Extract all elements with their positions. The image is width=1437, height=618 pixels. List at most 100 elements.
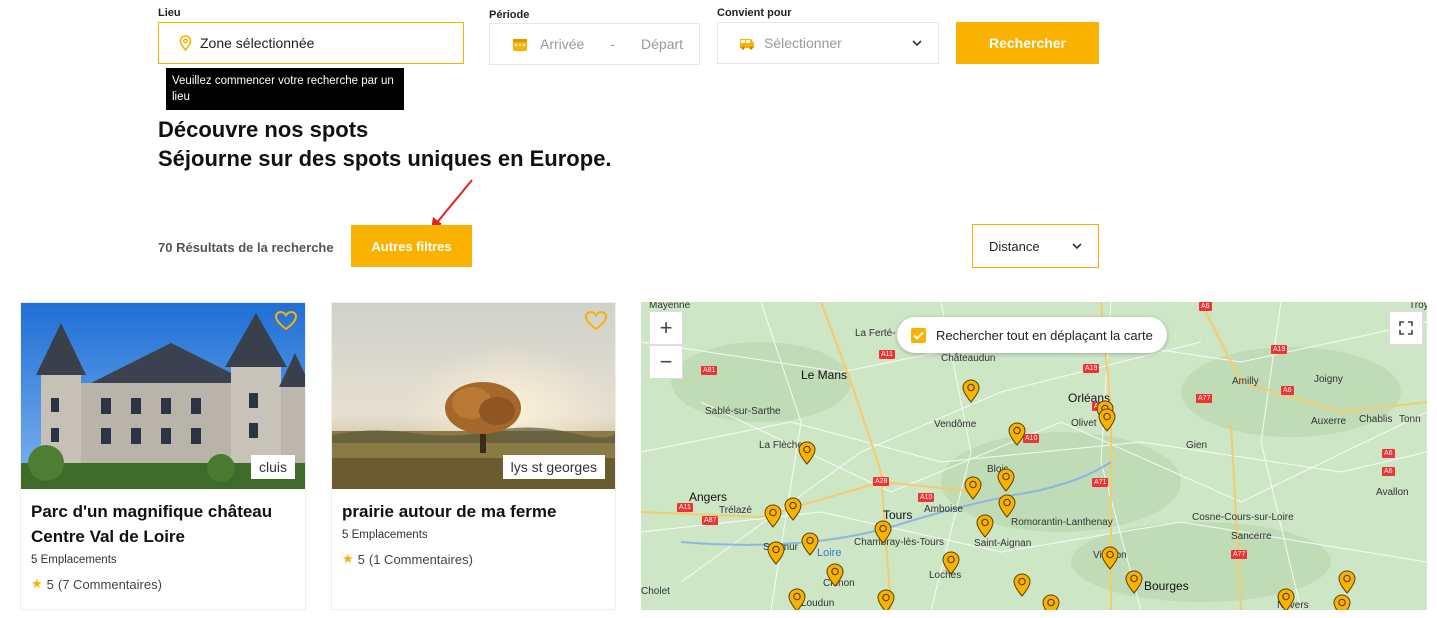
map-label: Angers — [689, 490, 728, 504]
map-label: Saint-Aignan — [974, 538, 1032, 549]
map-pin-icon[interactable] — [788, 588, 806, 610]
heart-icon[interactable] — [274, 310, 298, 336]
map-pin-icon[interactable] — [1277, 588, 1295, 610]
map-label: Amboise — [924, 504, 963, 515]
spot-title[interactable]: Parc d'un magnifique château Centre Val … — [21, 499, 305, 549]
calendar-icon — [512, 37, 528, 52]
map-pin-icon[interactable] — [1125, 570, 1143, 594]
location-pin-icon — [179, 35, 192, 51]
map-label: La Flèche — [759, 440, 803, 451]
page-subtitle: Séjourne sur des spots uniques en Europe… — [158, 146, 612, 171]
map-pin-icon[interactable] — [826, 563, 844, 587]
convient-label: Convient pour — [717, 7, 792, 19]
spot-image[interactable]: cluis — [21, 303, 305, 489]
rating-value: 5 — [357, 551, 365, 567]
map-label: Amilly — [1232, 376, 1259, 387]
spot-title[interactable]: prairie autour de ma ferme — [332, 499, 615, 524]
road-badge: A6 — [1382, 449, 1395, 458]
map-label: Cholet — [641, 586, 670, 597]
star-icon: ★ — [31, 576, 43, 591]
periode-field[interactable]: Arrivée - Départ — [489, 23, 700, 65]
map-label: Vendôme — [934, 419, 977, 430]
map-pin-icon[interactable] — [998, 494, 1016, 518]
road-badge: A6 — [1199, 302, 1212, 311]
periode-label: Période — [489, 9, 530, 21]
map-pin-icon[interactable] — [801, 532, 819, 556]
fullscreen-button[interactable] — [1389, 311, 1423, 345]
convient-select[interactable]: Sélectionner — [717, 22, 939, 64]
date-separator: - — [610, 36, 616, 52]
heart-icon[interactable] — [584, 310, 608, 336]
map-label: Bourges — [1144, 579, 1189, 593]
road-badge: A6 — [1281, 386, 1294, 395]
map-pin-icon[interactable] — [997, 468, 1015, 492]
map-pin-icon[interactable] — [798, 441, 816, 465]
checkbox[interactable] — [911, 327, 926, 343]
road-badge: A77 — [1196, 394, 1213, 403]
road-badge: A11 — [879, 350, 895, 359]
map-label: Auxerre — [1311, 416, 1347, 427]
arrivee-input[interactable]: Arrivée — [540, 36, 584, 52]
zoom-in-button[interactable]: + — [649, 311, 683, 345]
map-label: Chablis — [1359, 414, 1393, 425]
results-count: 70 Résultats de la recherche — [158, 240, 334, 255]
search-on-move-label: Rechercher tout en déplaçant la carte — [936, 327, 1153, 343]
map-pin-icon[interactable] — [1333, 594, 1351, 610]
map-label: Romorantin-Lanthenay — [1011, 517, 1113, 528]
map-label: Troy — [1409, 302, 1427, 311]
road-badge: A87 — [702, 516, 719, 525]
map-pin-icon[interactable] — [964, 476, 982, 500]
lieu-field[interactable]: Zone sélectionnée — [158, 22, 464, 64]
map-label: Loudun — [801, 598, 835, 609]
map-label: Joigny — [1314, 374, 1343, 385]
map-pin-icon[interactable] — [1101, 546, 1119, 570]
map-pin-icon[interactable] — [877, 589, 895, 610]
map-pin-icon[interactable] — [784, 497, 802, 521]
map-label: Châteaudun — [941, 353, 996, 364]
map-pin-icon[interactable] — [874, 520, 892, 544]
map-pin-icon[interactable] — [1098, 408, 1116, 432]
spot-emplacements: 5 Emplacements — [31, 554, 117, 566]
map-pin-icon[interactable] — [1338, 570, 1356, 594]
map-pin-icon[interactable] — [767, 541, 785, 565]
search-button[interactable]: Rechercher — [956, 22, 1099, 64]
sort-value: Distance — [989, 238, 1040, 254]
road-badge: A11 — [677, 503, 693, 512]
map-pin-icon[interactable] — [1008, 422, 1026, 446]
map-label: Loire — [817, 547, 842, 559]
sort-select[interactable]: Distance — [972, 224, 1099, 268]
page-title: Découvre nos spots — [158, 117, 369, 142]
search-on-move-toggle[interactable]: Rechercher tout en déplaçant la carte — [897, 317, 1167, 353]
other-filters-button[interactable]: Autres filtres — [351, 225, 472, 267]
rating-comments: (1 Commentaires) — [368, 551, 473, 567]
zoom-out-button[interactable]: − — [649, 345, 683, 379]
spot-rating: ★ 5 (7 Commentaires) — [21, 576, 305, 592]
map-pin-icon[interactable] — [942, 551, 960, 575]
map-pin-icon[interactable] — [1042, 594, 1060, 610]
map-label: Avallon — [1376, 487, 1409, 498]
chevron-down-icon — [1072, 242, 1082, 250]
road-badge: A77 — [1231, 550, 1248, 559]
spot-emplacements: 5 Emplacements — [342, 529, 428, 541]
spot-location-tag: cluis — [250, 455, 295, 479]
map[interactable]: Mayenne La Ferté- Châteaudun Le Mans Sab… — [641, 302, 1427, 610]
road-badge: A6 — [1382, 467, 1395, 476]
depart-input[interactable]: Départ — [641, 36, 683, 52]
road-badge: A71 — [1092, 478, 1109, 487]
map-pin-icon[interactable] — [962, 379, 980, 403]
spot-card[interactable]: cluis Parc d'un magnifique château Centr… — [20, 302, 306, 610]
map-pin-icon[interactable] — [976, 514, 994, 538]
road-badge: A28 — [873, 477, 890, 486]
rating-value: 5 — [46, 576, 54, 592]
star-icon: ★ — [342, 551, 354, 566]
map-label: Tonn — [1399, 414, 1421, 425]
map-pin-icon[interactable] — [764, 504, 782, 528]
map-pin-icon[interactable] — [1013, 573, 1031, 597]
map-label: Cosne-Cours-sur-Loire — [1192, 512, 1294, 523]
spot-rating: ★ 5 (1 Commentaires) — [332, 551, 615, 567]
spot-card[interactable]: lys st georges prairie autour de ma ferm… — [331, 302, 616, 610]
van-icon — [738, 36, 756, 50]
map-label: Le Mans — [801, 368, 848, 382]
spot-image[interactable]: lys st georges — [332, 303, 615, 489]
convient-value: Sélectionner — [764, 35, 842, 51]
